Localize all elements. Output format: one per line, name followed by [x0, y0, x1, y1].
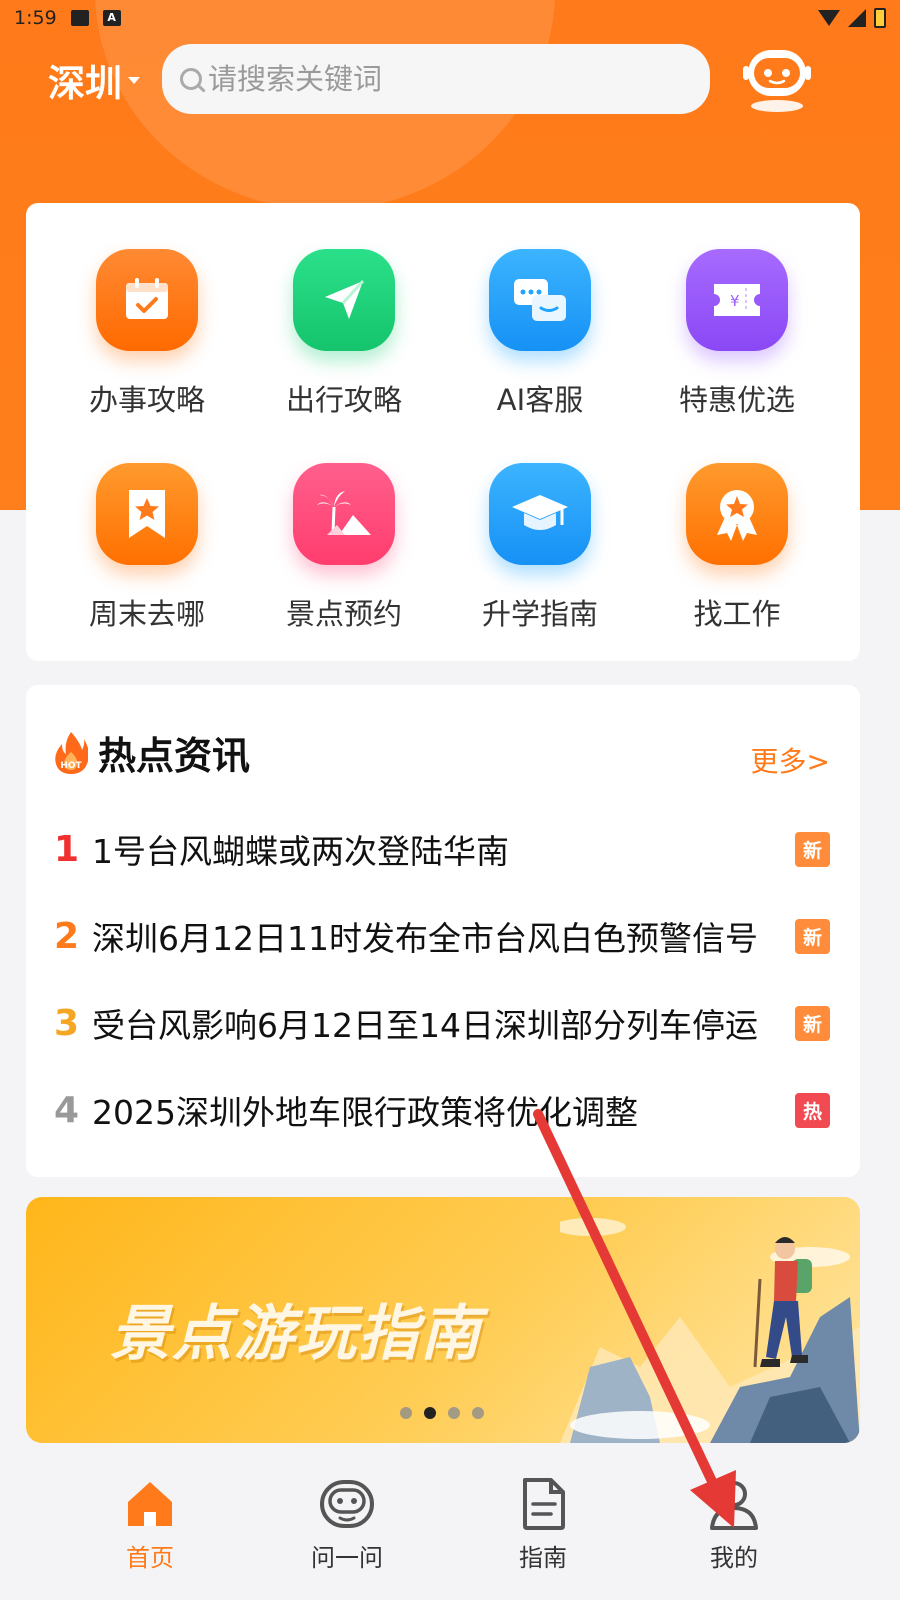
- new-tag: 新: [795, 831, 830, 867]
- bottom-nav: 首页 问一问 指南 我的: [0, 1466, 900, 1600]
- news-item-2[interactable]: 2 深圳6月12日11时发布全市台风白色预警信号 新: [54, 906, 830, 966]
- news-rank: 3: [54, 1002, 80, 1044]
- document-icon: [523, 1478, 565, 1530]
- hiker-illustration: [560, 1218, 860, 1443]
- news-text: 2025深圳外地车限行政策将优化调整: [92, 1093, 638, 1132]
- service-item-7[interactable]: 找工作: [639, 417, 835, 631]
- service-item-2[interactable]: AI客服: [442, 203, 638, 417]
- robot-assistant-icon[interactable]: [740, 40, 814, 114]
- nav-label: 首页: [126, 1544, 174, 1572]
- medal-icon: [686, 463, 788, 565]
- service-label: 特惠优选: [678, 383, 795, 417]
- hot-news-title: 热点资讯: [98, 734, 251, 778]
- carousel-dot-active[interactable]: [424, 1407, 436, 1419]
- image-notification-icon: [70, 10, 89, 26]
- robot-icon: [320, 1480, 374, 1528]
- chevron-down-icon: [128, 76, 140, 84]
- hot-news-card: HOT 热点资讯 更多> 1 1号台风蝴蝶或两次登陆华南 新 2 深圳6月12日…: [26, 685, 860, 1177]
- news-text: 深圳6月12日11时发布全市台风白色预警信号: [92, 919, 758, 958]
- service-label: 找工作: [693, 597, 781, 631]
- city-selector[interactable]: 深圳: [48, 56, 140, 105]
- nav-home[interactable]: 首页: [60, 1476, 240, 1573]
- news-text: 受台风影响6月12日至14日深圳部分列车停运: [92, 1006, 758, 1045]
- hot-news-header: HOT 热点资讯: [54, 725, 250, 780]
- status-bar: 1:59 A: [0, 0, 900, 36]
- service-label: 升学指南: [481, 597, 598, 631]
- carousel-dot[interactable]: [400, 1407, 412, 1419]
- news-rank: 4: [54, 1089, 80, 1131]
- search-input[interactable]: [208, 62, 688, 96]
- palm-mountain-icon: [293, 463, 395, 565]
- search-icon: [180, 68, 202, 90]
- guide-banner[interactable]: 景点游玩指南: [26, 1197, 860, 1443]
- status-indicators: [818, 8, 886, 28]
- news-item-4[interactable]: 4 2025深圳外地车限行政策将优化调整 热: [54, 1080, 830, 1140]
- carousel-indicator: [400, 1407, 484, 1419]
- service-label: AI客服: [496, 383, 584, 417]
- carousel-dot[interactable]: [448, 1407, 460, 1419]
- home-icon: [128, 1482, 172, 1526]
- fire-icon: HOT: [55, 731, 88, 774]
- service-item-5[interactable]: 景点预约: [246, 417, 442, 631]
- battery-icon: [874, 8, 886, 28]
- user-icon: [710, 1481, 758, 1530]
- signal-icon: [848, 9, 866, 27]
- nav-guide[interactable]: 指南: [453, 1476, 633, 1573]
- service-label: 办事攻略: [88, 383, 205, 417]
- news-rank: 2: [54, 915, 80, 957]
- nav-label: 指南: [519, 1544, 567, 1572]
- bookmark-star-icon: [96, 463, 198, 565]
- status-time: 1:59: [14, 7, 57, 29]
- service-item-3[interactable]: ¥ 特惠优选: [639, 203, 835, 417]
- banner-title: 景点游玩指南: [110, 1299, 482, 1369]
- service-label: 景点预约: [285, 597, 402, 631]
- new-tag: 新: [795, 1005, 830, 1041]
- wifi-icon: [818, 10, 840, 26]
- news-item-1[interactable]: 1 1号台风蝴蝶或两次登陆华南 新: [54, 819, 830, 879]
- service-item-0[interactable]: 办事攻略: [49, 203, 245, 417]
- service-label: 周末去哪: [88, 597, 205, 631]
- calendar-check-icon: [96, 249, 198, 351]
- coupon-icon: ¥: [686, 249, 788, 351]
- nav-ask[interactable]: 问一问: [257, 1476, 437, 1573]
- nav-label: 我的: [710, 1544, 758, 1572]
- chat-bubbles-icon: [489, 249, 591, 351]
- graduation-cap-icon: [489, 463, 591, 565]
- svg-text:¥: ¥: [730, 292, 740, 310]
- search-bar[interactable]: [162, 44, 710, 114]
- send-icon: [293, 249, 395, 351]
- news-text: 1号台风蝴蝶或两次登陆华南: [92, 832, 509, 871]
- hot-tag: 热: [795, 1092, 830, 1128]
- nav-label: 问一问: [311, 1544, 383, 1572]
- services-card: 办事攻略 出行攻略 AI客服 ¥ 特惠优选 周末去哪 景点预约 升学指南 找工作: [26, 203, 860, 661]
- a-notification-icon: A: [102, 10, 121, 26]
- news-item-3[interactable]: 3 受台风影响6月12日至14日深圳部分列车停运 新: [54, 993, 830, 1053]
- service-label: 出行攻略: [285, 383, 402, 417]
- carousel-dot[interactable]: [472, 1407, 484, 1419]
- nav-mine[interactable]: 我的: [644, 1476, 824, 1573]
- news-rank: 1: [54, 828, 80, 870]
- more-link[interactable]: 更多>: [751, 740, 830, 780]
- hot-badge-text: HOT: [60, 761, 82, 771]
- service-item-4[interactable]: 周末去哪: [49, 417, 245, 631]
- service-item-1[interactable]: 出行攻略: [246, 203, 442, 417]
- city-name: 深圳: [48, 62, 122, 105]
- new-tag: 新: [795, 918, 830, 954]
- service-item-6[interactable]: 升学指南: [442, 417, 638, 631]
